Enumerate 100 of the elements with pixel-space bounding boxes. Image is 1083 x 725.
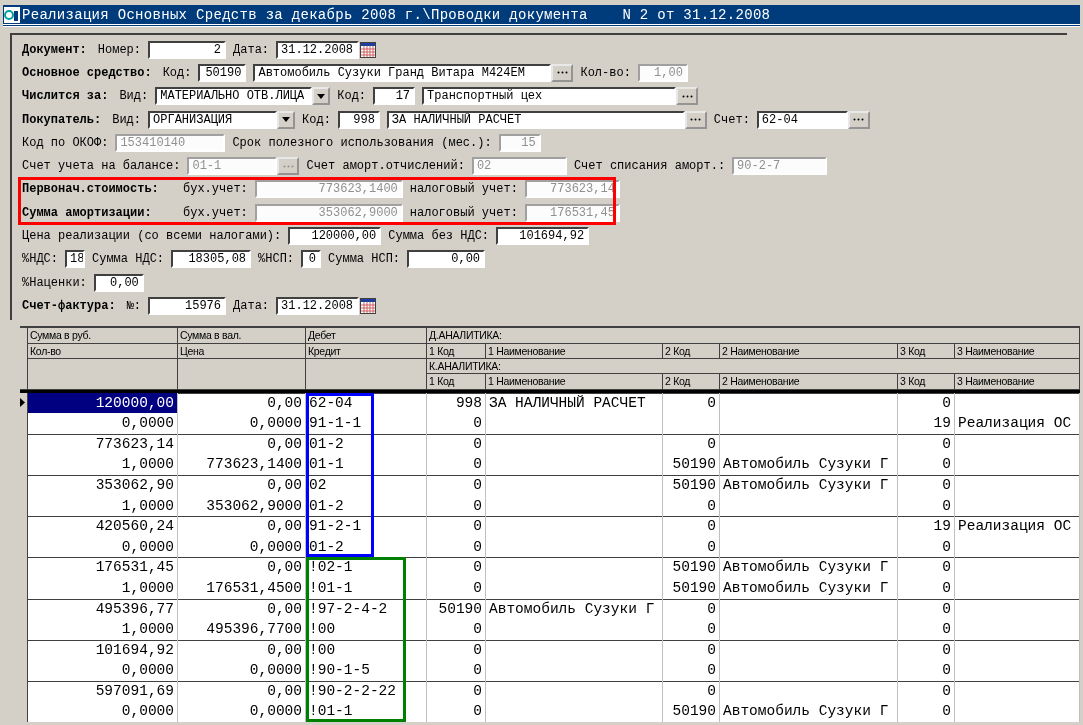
dropdown-field[interactable]: МАТЕРИАЛЬНО ОТВ.ЛИЦА bbox=[155, 87, 313, 106]
column-header: Кол-во bbox=[28, 343, 178, 359]
column-header: Цена bbox=[178, 343, 306, 359]
column-header: 3 Код bbox=[898, 373, 955, 390]
input-field[interactable]: 120000,00 bbox=[288, 227, 382, 245]
field-label: налоговый учет: bbox=[409, 205, 518, 220]
field-label: Код: bbox=[162, 65, 192, 80]
table-cell: 0,0000 bbox=[28, 413, 178, 434]
table-cell: 0,0000 bbox=[178, 413, 306, 434]
table-cell: 0 bbox=[427, 413, 486, 434]
date-field[interactable]: 31.12.2008 bbox=[276, 40, 360, 59]
table-cell: 02 bbox=[306, 474, 427, 496]
table-cell: 50190 bbox=[663, 474, 720, 496]
field-label: Срок полезного использования (мес.): bbox=[232, 135, 492, 150]
table-row[interactable]: 1,0000 353062,9000 01-2 0 0 0 bbox=[20, 495, 1080, 517]
table-cell: 0 bbox=[898, 557, 955, 578]
table-cell: 0 bbox=[663, 619, 720, 640]
calendar-icon[interactable] bbox=[360, 41, 377, 58]
table-row[interactable]: 353062,90 0,00 02 0 50190 Автомобиль Сузуки Г 0 bbox=[20, 474, 1080, 496]
table-cell: !01-1 bbox=[306, 701, 427, 723]
table-cell: 176531,45 bbox=[28, 557, 178, 578]
field-label: №: bbox=[126, 298, 142, 313]
table-row[interactable]: 420560,24 0,00 91-2-1 0 0 19 Реализация ОС bbox=[20, 516, 1080, 537]
input-field[interactable]: Автомобиль Сузуки Гранд Витара М424ЕМ bbox=[253, 63, 552, 82]
input-field[interactable]: 18 bbox=[65, 250, 85, 269]
table-cell: 1,0000 bbox=[28, 577, 178, 599]
input-field[interactable]: 0,00 bbox=[407, 250, 486, 269]
table-cell: 50190 bbox=[663, 701, 720, 723]
dropdown-arrow-icon bbox=[317, 93, 326, 99]
table-cell: 91-1-1 bbox=[306, 413, 427, 434]
lookup-button[interactable] bbox=[551, 63, 574, 82]
lookup-button[interactable] bbox=[684, 110, 707, 129]
table-row[interactable]: 597091,69 0,00 !90-2-2-22 0 0 0 bbox=[20, 680, 1080, 702]
table-cell: Автомобиль Сузуки Г bbox=[720, 454, 898, 475]
field-label: Счет учета на балансе: bbox=[22, 159, 181, 174]
table-cell: 0 bbox=[898, 474, 955, 496]
table-row[interactable]: 1,0000 495396,7700 !00 0 0 0 bbox=[20, 619, 1080, 640]
input-field[interactable]: Транспортный цех bbox=[422, 87, 677, 106]
section-label: Документ: bbox=[22, 42, 87, 57]
dropdown-field[interactable]: ОРГАНИЗАЦИЯ bbox=[148, 110, 278, 129]
field-label: %Наценки: bbox=[22, 275, 87, 290]
table-row[interactable]: 495396,77 0,00 !97-2-4-2 50190 Автомобиль Сузуки Г 0 0 bbox=[20, 598, 1080, 620]
ellipsis-icon bbox=[681, 94, 693, 98]
column-header: Кредит bbox=[306, 343, 427, 359]
dropdown-button[interactable] bbox=[277, 110, 296, 129]
date-field[interactable]: 31.12.2008 bbox=[276, 296, 360, 315]
input-field[interactable]: 0,00 bbox=[93, 273, 144, 292]
lookup-button[interactable] bbox=[847, 110, 870, 129]
field-label: Вид: bbox=[112, 112, 142, 127]
field-label: Код по ОКОФ: bbox=[22, 135, 109, 150]
field-label: Код: bbox=[302, 112, 331, 127]
table-row[interactable]: 0,0000 0,0000 !01-1 0 50190 Автомобиль Сузуки Г 0 bbox=[20, 701, 1080, 723]
input-field[interactable]: 998 bbox=[337, 110, 380, 129]
column-header: Сумма в руб. bbox=[28, 327, 178, 344]
input-field[interactable]: 2 bbox=[148, 40, 227, 59]
table-row[interactable]: 1,0000 176531,4500 !01-1 0 50190 Автомобиль Сузуки Г 0 bbox=[20, 577, 1080, 599]
lookup-button[interactable] bbox=[676, 87, 699, 106]
table-row[interactable]: 0,0000 0,0000 91-1-1 0 19 Реализация ОС bbox=[20, 413, 1080, 434]
table-cell: Автомобиль Сузуки Г bbox=[720, 474, 898, 496]
table-cell: 120000,00 bbox=[28, 392, 178, 414]
input-field[interactable]: 50190 bbox=[198, 63, 247, 82]
field-label: налоговый учет: bbox=[409, 182, 518, 197]
section-label: Основное средство: bbox=[22, 65, 152, 80]
table-cell: 0 bbox=[427, 516, 486, 537]
table-cell: 0,00 bbox=[178, 557, 306, 578]
section-label: Первонач.стоимость: bbox=[22, 182, 160, 197]
table-cell: 0 bbox=[898, 701, 955, 723]
table-cell: 0 bbox=[898, 660, 955, 681]
row-pointer-icon bbox=[20, 398, 25, 408]
table-cell: 1,0000 bbox=[28, 454, 178, 475]
input-field[interactable]: 15976 bbox=[148, 296, 227, 315]
table-row[interactable]: 101694,92 0,00 !00 0 0 0 bbox=[20, 639, 1080, 661]
table-cell: !02-1 bbox=[306, 557, 427, 578]
input-field[interactable]: 0 bbox=[301, 250, 322, 269]
column-header: 2 Наименование bbox=[720, 373, 898, 390]
column-header: 1 Код bbox=[427, 343, 486, 359]
table-cell: 0 bbox=[898, 454, 955, 475]
table-row[interactable]: 176531,45 0,00 !02-1 0 50190 Автомобиль Сузуки Г 0 bbox=[20, 557, 1080, 578]
column-header: 3 Наименование bbox=[955, 373, 1080, 390]
input-field[interactable]: ЗА НАЛИЧНЫЙ РАСЧЕТ bbox=[386, 110, 685, 129]
field-label: Код: bbox=[337, 89, 367, 104]
input-field[interactable]: 17 bbox=[373, 87, 416, 106]
table-cell: Автомобиль Сузуки Г bbox=[720, 701, 898, 723]
field-label: Сумма без НДС: bbox=[388, 229, 490, 243]
dropdown-arrow-icon bbox=[282, 117, 291, 123]
table-row[interactable]: 0,0000 0,0000 !90-1-5 0 0 0 bbox=[20, 660, 1080, 681]
table-cell: !01-1 bbox=[306, 577, 427, 599]
calendar-icon[interactable] bbox=[360, 297, 377, 314]
dropdown-button[interactable] bbox=[312, 87, 331, 106]
field-label: Сумма НСП: bbox=[328, 252, 401, 267]
input-field[interactable]: 62-04 bbox=[756, 110, 848, 129]
column-header: 1 Наименование bbox=[486, 343, 663, 359]
input-field[interactable]: 18305,08 bbox=[171, 250, 252, 269]
table-row[interactable]: 1,0000 773623,1400 01-1 0 50190 Автомобиль Сузуки Г 0 bbox=[20, 454, 1080, 475]
field-label: Счет аморт.отчислений: bbox=[306, 159, 465, 174]
window-title: Реализация Основных Средств за декабрь 2008 г.\Проводки документа N 2 от 31.12.2008 bbox=[22, 6, 771, 23]
field-label: %НСП: bbox=[258, 252, 295, 267]
table-row[interactable]: 773623,14 0,00 01-2 0 0 0 bbox=[20, 433, 1080, 455]
table-cell: 0,00 bbox=[178, 474, 306, 496]
input-field[interactable]: 101694,92 bbox=[496, 227, 590, 245]
